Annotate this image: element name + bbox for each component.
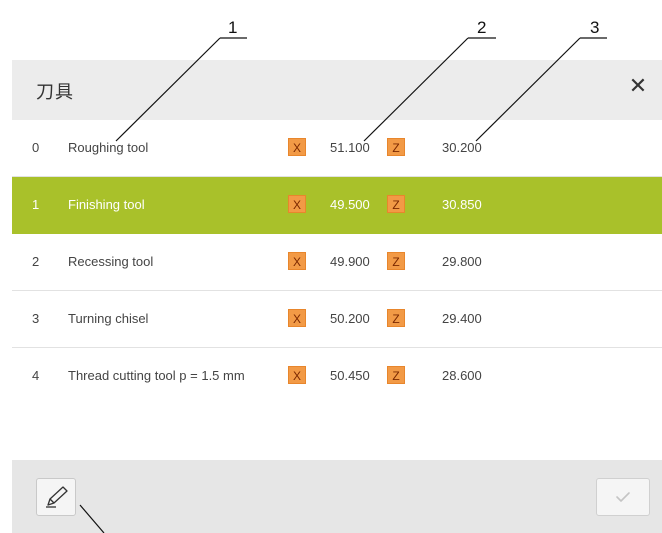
- confirm-button[interactable]: [596, 478, 650, 516]
- z-axis-badge: Z: [387, 366, 405, 384]
- z-value: 30.850: [442, 197, 482, 212]
- edit-button[interactable]: [36, 478, 76, 516]
- tool-row-1[interactable]: 1 Finishing tool X 49.500 Z 30.850: [12, 177, 662, 234]
- callout-number-1: 1: [228, 18, 237, 37]
- tool-index: 1: [32, 197, 40, 212]
- tool-table-dialog: 刀具 ✕ 0 Roughing tool X 51.100 Z 30.200 1…: [12, 60, 662, 533]
- tool-index: 3: [32, 311, 40, 326]
- z-axis-badge: Z: [387, 309, 405, 327]
- tool-row-4[interactable]: 4 Thread cutting tool p = 1.5 mm X 50.45…: [12, 348, 662, 405]
- x-value: 49.900: [330, 254, 370, 269]
- tool-index: 4: [32, 368, 40, 383]
- list-empty-area: [12, 404, 662, 460]
- tool-name: Recessing tool: [68, 254, 154, 269]
- tool-name: Roughing tool: [68, 140, 149, 155]
- x-axis-badge: X: [288, 138, 306, 156]
- dialog-title: 刀具: [36, 82, 74, 102]
- tool-index: 0: [32, 140, 40, 155]
- x-axis-badge: X: [288, 309, 306, 327]
- z-value: 28.600: [442, 368, 482, 383]
- dialog-header: 刀具 ✕: [12, 60, 662, 120]
- x-axis-badge: X: [288, 366, 306, 384]
- x-axis-badge: X: [288, 195, 306, 213]
- z-axis-badge: Z: [387, 138, 405, 156]
- tool-name: Thread cutting tool p = 1.5 mm: [68, 368, 245, 383]
- dialog-footer: [12, 460, 662, 533]
- z-value: 30.200: [442, 140, 482, 155]
- tool-row-3[interactable]: 3 Turning chisel X 50.200 Z 29.400: [12, 291, 662, 348]
- z-value: 29.800: [442, 254, 482, 269]
- x-value: 50.450: [330, 368, 370, 383]
- tool-name: Finishing tool: [68, 197, 145, 212]
- tool-name: Turning chisel: [68, 311, 149, 326]
- pencil-icon: [46, 486, 68, 508]
- tool-index: 2: [32, 254, 40, 269]
- tool-row-0[interactable]: 0 Roughing tool X 51.100 Z 30.200: [12, 120, 662, 177]
- z-axis-badge: Z: [387, 252, 405, 270]
- z-value: 29.400: [442, 311, 482, 326]
- callout-number-3: 3: [590, 18, 599, 37]
- tool-row-2[interactable]: 2 Recessing tool X 49.900 Z 29.800: [12, 234, 662, 291]
- z-axis-badge: Z: [387, 195, 405, 213]
- x-value: 51.100: [330, 140, 370, 155]
- checkmark-icon: [616, 492, 630, 502]
- callout-number-2: 2: [477, 18, 486, 37]
- x-axis-badge: X: [288, 252, 306, 270]
- close-icon[interactable]: ✕: [626, 74, 650, 98]
- x-value: 50.200: [330, 311, 370, 326]
- x-value: 49.500: [330, 197, 370, 212]
- tool-list: 0 Roughing tool X 51.100 Z 30.200 1 Fini…: [12, 120, 662, 405]
